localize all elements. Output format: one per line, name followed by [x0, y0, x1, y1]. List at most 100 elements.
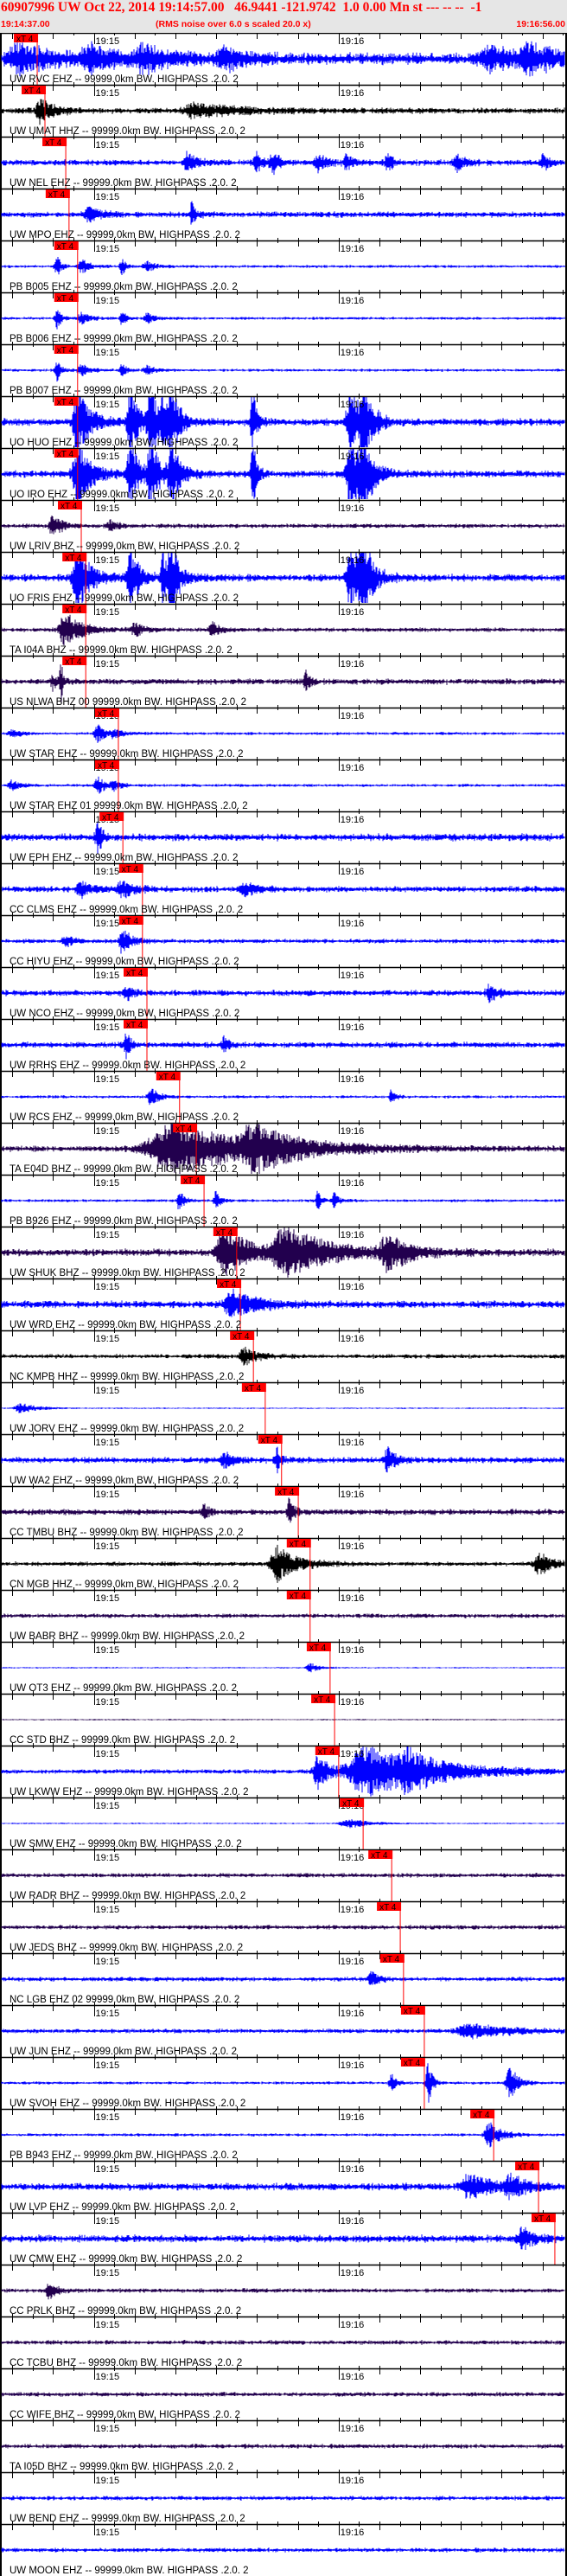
time-tick-label: 19:15 — [96, 2164, 120, 2175]
time-tick-label: 19:16 — [341, 1230, 365, 1240]
station-label: CC CLMS EHZ -- 99999.0km BW. HIGHPASS .2… — [10, 905, 243, 915]
waveform-series — [1, 2392, 565, 2397]
station-label: NC LGB EHZ 02 99999.0km BW. HIGHPASS .2.… — [10, 1995, 239, 2005]
event-title: 60907996 UW Oct 22, 2014 19:14:57.00 46.… — [1, 0, 482, 15]
waveform-series — [1, 1970, 565, 1985]
trace-uw-star: 19:1519:16xT 4UW STAR EHZ 01 99999.0km B… — [0, 757, 567, 811]
time-tick-label: 19:15 — [96, 2528, 120, 2538]
station-label: UW BEND EHZ -- 99999.0km BW. HIGHPASS .2… — [10, 2514, 245, 2524]
end-time: 19:16:56.00 — [516, 19, 565, 29]
time-tick-label: 19:15 — [96, 1957, 120, 1967]
time-tick-label: 19:15 — [96, 1282, 120, 1292]
arrival-pick-label: xT 4 — [24, 87, 41, 96]
waveform-series — [1, 724, 565, 743]
time-tick-label: 19:16 — [341, 1334, 365, 1344]
time-tick-label: 19:15 — [96, 1801, 120, 1811]
time-tick-label: 19:16 — [341, 2216, 365, 2227]
time-tick-label: 19:15 — [96, 1749, 120, 1759]
time-tick-label: 19:15 — [96, 867, 120, 877]
trace-ta-i05d: 19:15 19:16 TA I05D BHZ -- 99999.0km BW. H… — [0, 2418, 567, 2472]
time-tick-label: 19:15 — [96, 1386, 120, 1396]
time-tick-label: 19:15 — [96, 2476, 120, 2486]
trace-cn-mgb: 19:15 19:16 xT 4 CN MGB HHZ -- 99999.0km BW… — [0, 1535, 567, 1590]
waveform-series — [1, 1544, 565, 1583]
trace-uw-shuk: 19:15 19:16 xT 4 UW SHUK BHZ -- 99999.0km B… — [0, 1224, 567, 1278]
time-tick-label: 19:16 — [341, 192, 365, 202]
trace-us-nlwa: 19:15 19:16 xT 4 US NLWA BHZ 00 99999.0km B… — [0, 653, 567, 708]
time-tick-label: 19:15 — [96, 1905, 120, 1915]
time-tick-label: 19:15 — [96, 1490, 120, 1500]
arrival-pick-label: xT 4 — [290, 1592, 307, 1601]
start-time: 19:14:37.00 — [1, 19, 50, 29]
time-tick-label: 19:16 — [341, 1490, 365, 1500]
time-tick-label: 19:16 — [341, 1022, 365, 1033]
arrival-pick-label: xT 4 — [159, 1073, 176, 1082]
station-label: PB B943 EHZ -- 99999.0km BW. HIGHPASS .2… — [10, 2150, 238, 2161]
time-tick-label: 19:15 — [96, 919, 120, 929]
trace-uw-cmw: 19:15 19:16 xT 4 UW CMW EHZ -- 99999.0km BW… — [0, 2210, 567, 2265]
time-tick-label: 19:16 — [341, 971, 365, 981]
station-label: UO FRIS EHZ -- 99999.0km BW. HIGHPASS .2… — [10, 593, 239, 604]
time-tick-label: 19:15 — [96, 659, 120, 670]
station-label: PB B007 EHZ -- 99999.0km BW. HIGHPASS .2… — [10, 386, 238, 396]
waveform-series — [1, 1663, 565, 1673]
station-label: UW LVP EHZ -- 99999.0km BW. HIGHPASS .2.… — [10, 2202, 235, 2213]
arrival-pick-label: xT 4 — [16, 35, 34, 44]
trace-pb-b006: 19:15 19:16 xT 4 PB B006 EHZ -- 99999.0km B… — [0, 290, 567, 344]
time-tick-label: 19:15 — [96, 971, 120, 981]
arrival-pick-label: xT 4 — [98, 761, 115, 771]
time-tick-label: 19:15 — [96, 2320, 120, 2330]
time-tick-label: 19:15 — [96, 2060, 120, 2071]
waveform-series — [1, 1190, 565, 1209]
time-tick-label: 19:16 — [341, 88, 365, 99]
waveform-series — [1, 1719, 565, 1721]
waveform-series — [1, 1403, 565, 1413]
arrival-pick-label: xT 4 — [57, 242, 74, 252]
trace-uw-wrd: 19:15 19:16 xT 4 UW WRD EHZ -- 99999.0km BW… — [0, 1276, 567, 1330]
trace-uo-huo: 19:15 19:16 xT 4 UO HUO EHZ -- 99999.0km BW… — [0, 394, 567, 448]
time-tick-label: 19:16 — [341, 919, 365, 929]
station-label: US NLWA BHZ 00 99999.0km BW. HIGHPASS .2… — [10, 697, 246, 708]
waveform-series — [1, 151, 565, 176]
station-label: PB B005 EHZ -- 99999.0km BW. HIGHPASS .2… — [10, 282, 238, 292]
arrival-pick-label: xT 4 — [126, 1021, 143, 1030]
station-label: NC KMPB HHZ -- 99999.0km BW. HIGHPASS .2… — [10, 1372, 244, 1382]
time-tick-label: 19:16 — [341, 1386, 365, 1396]
waveform-series — [1, 881, 565, 900]
trace-uw-lriv: 19:15 19:16 xT 4 UW LRIV BHZ -- 99999.0km B… — [0, 497, 567, 552]
station-label: UW SHUK BHZ -- 99999.0km BW. HIGHPASS .2… — [10, 1268, 245, 1278]
time-tick-label: 19:16 — [341, 1541, 365, 1552]
time-tick-label: 19:16 — [341, 1957, 365, 1967]
time-tick-label: 19:15 — [96, 555, 120, 566]
time-tick-label: 19:16 — [341, 244, 365, 254]
time-tick-label: 19:15 — [96, 503, 120, 514]
time-tick-label: 19:15 — [96, 88, 120, 99]
arrival-pick-label: xT 4 — [57, 294, 74, 304]
trace-uo-iro: 19:15 19:16 xT 4 UO IRO EHZ -- 99999.0km BW… — [0, 445, 567, 500]
station-label: UW WRD EHZ -- 99999.0km BW. HIGHPASS .2.… — [10, 1320, 241, 1330]
time-tick-label: 19:15 — [96, 1022, 120, 1033]
arrival-pick-label: xT 4 — [102, 813, 119, 823]
trace-nc-lgb: 19:15 19:16 xT 4 NC LGB EHZ 02 99999.0km BW… — [0, 1951, 567, 2005]
waveform-series — [1, 2122, 565, 2148]
arrival-pick-label: xT 4 — [65, 606, 82, 615]
time-tick-label: 19:16 — [341, 452, 365, 462]
time-tick-label: 19:15 — [96, 2424, 120, 2434]
time-tick-label: 19:15 — [96, 1438, 120, 1448]
waveform-series — [1, 1288, 565, 1317]
trace-uw-rrhs: 19:15 19:16 xT 4 UW RRHS EHZ -- 99999.0km B… — [0, 1016, 567, 1071]
trace-uw-radr: 19:15 19:16 xT 4 UW RADR BHZ -- 99999.0km B… — [0, 1847, 567, 1901]
trace-uw-lvp: 19:15 19:16 xT 4 UW LVP EHZ -- 99999.0km BW… — [0, 2158, 567, 2213]
waveform-series — [1, 362, 565, 382]
trace-ta-e04d: 19:15 19:16 xT 4 TA E04D BHZ -- 99999.0km B… — [0, 1120, 567, 1175]
time-tick-label: 19:16 — [341, 2112, 365, 2123]
waveform-series — [1, 1613, 565, 1618]
time-tick-label: 19:15 — [96, 1178, 120, 1189]
waveform-series — [1, 2063, 565, 2103]
trace-uw-jeds: 19:15 19:16 xT 4 UW JEDS BHZ -- 99999.0km B… — [0, 1899, 567, 1953]
time-tick-label: 19:16 — [341, 2528, 365, 2538]
trace-uw-jun: 19:15 19:16 xT 4 UW JUN EHZ -- 99999.0km BW… — [0, 2002, 567, 2057]
arrival-pick-label: xT 4 — [175, 1125, 193, 1134]
station-label: UW RADR BHZ -- 99999.0km BW. HIGHPASS .2… — [10, 1891, 245, 1901]
trace-uw-babr: 19:15 19:16 xT 4 UW BABR BHZ -- 99999.0km B… — [0, 1587, 567, 1642]
